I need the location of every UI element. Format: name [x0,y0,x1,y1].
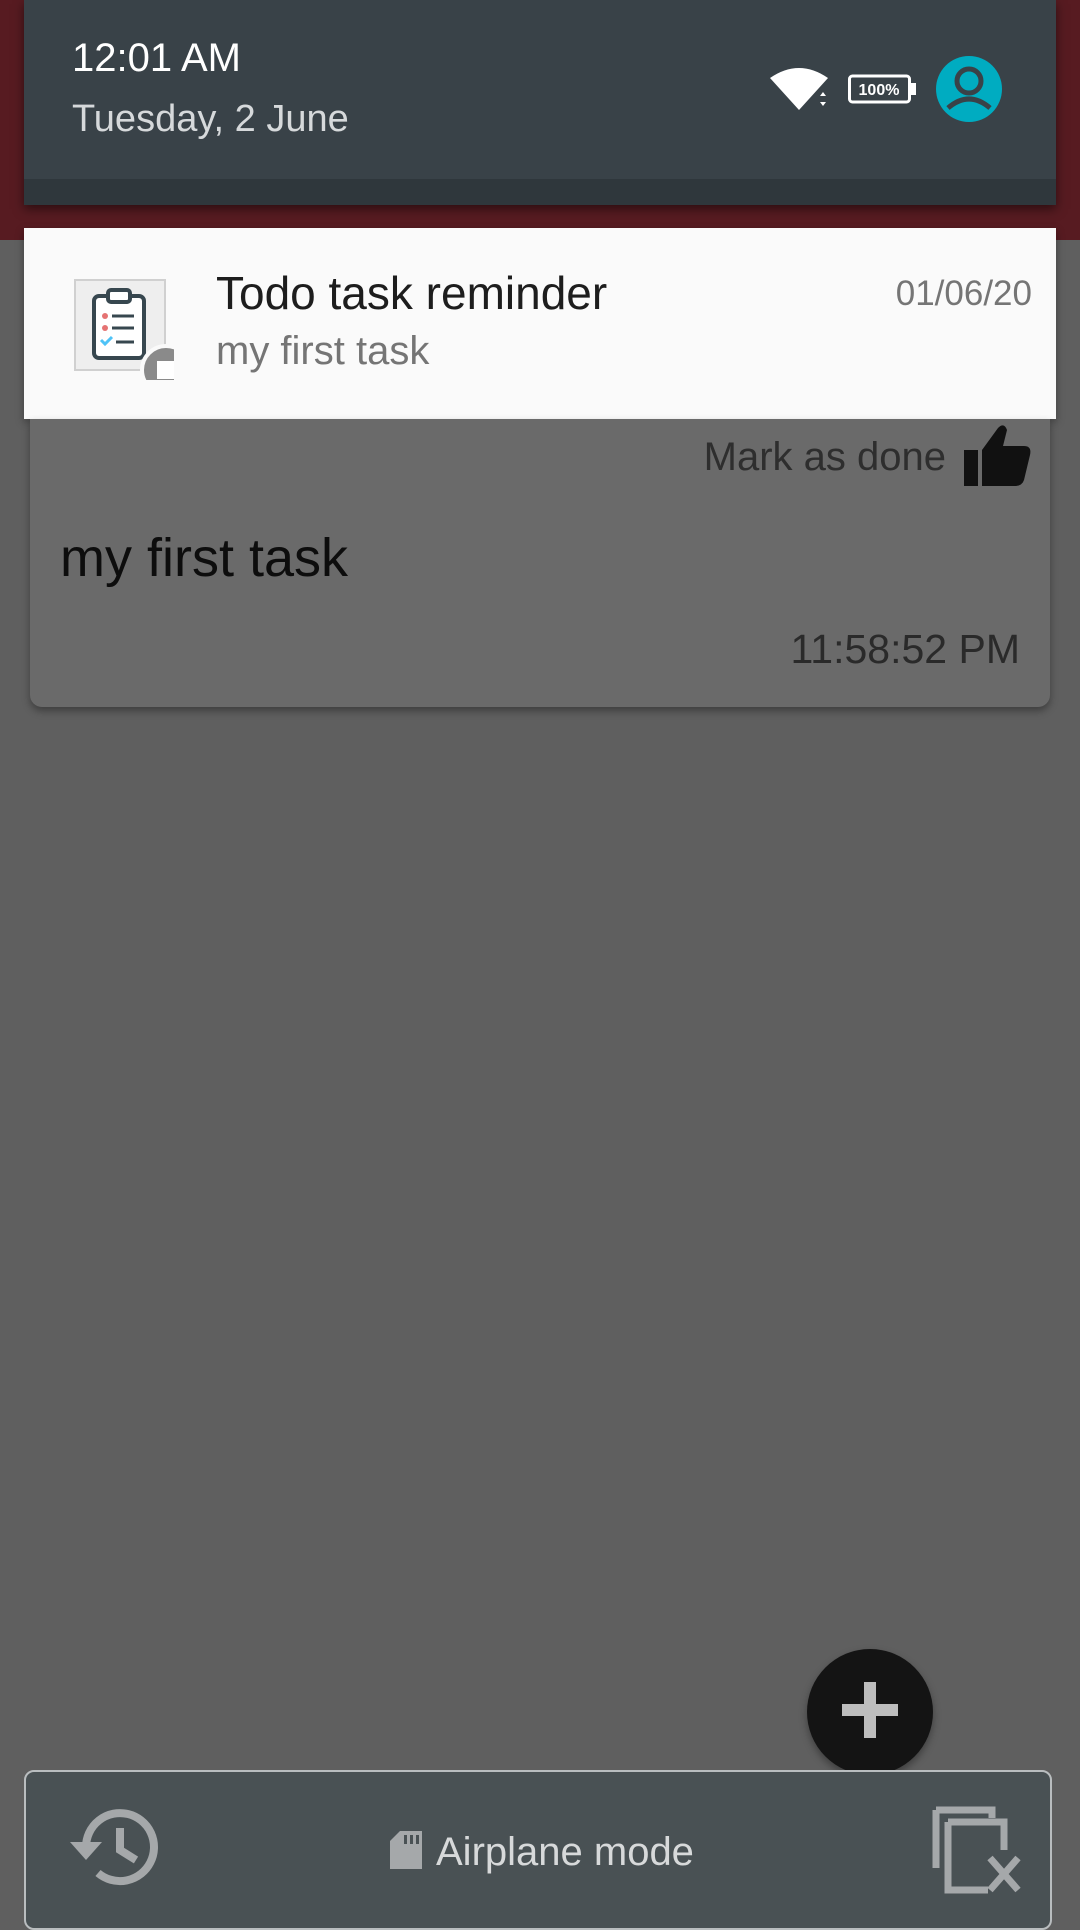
battery-level: 100% [859,82,900,99]
status-icons: 100% [768,56,1002,127]
sd-card-icon [390,1831,422,1874]
clipboard-icon [72,278,192,396]
mark-as-done-button[interactable]: Mark as done [704,422,1032,493]
add-task-button[interactable] [807,1649,933,1775]
quick-settings-bar: Airplane mode [24,1770,1052,1930]
wifi-icon[interactable] [768,66,830,117]
shade-header-divider [24,179,1056,205]
history-icon[interactable] [64,1802,164,1897]
shade-date[interactable]: Tuesday, 2 June [72,98,349,141]
user-avatar-icon[interactable] [936,56,1002,127]
notification-shade-header: 12:01 AM Tuesday, 2 June 100% [24,0,1056,205]
plus-icon [838,1678,902,1747]
airplane-mode-toggle[interactable]: Airplane mode [390,1830,694,1875]
notification-time: 01/06/20 [895,274,1032,313]
task-title: my first task [60,528,349,588]
mark-as-done-label: Mark as done [703,435,946,479]
task-card[interactable]: Mark as done my first task 11:58:52 PM [30,419,1050,707]
notification-card[interactable]: Todo task reminder my first task 01/06/2… [24,228,1056,419]
airplane-mode-label: Airplane mode [436,1830,694,1874]
battery-icon: 100% [848,73,918,110]
notification-text: my first task [216,329,430,373]
shade-clock: 12:01 AM [72,36,242,80]
task-time: 11:58:52 PM [790,626,1020,672]
notification-title: Todo task reminder [216,267,608,319]
clear-all-icon[interactable] [932,1806,1022,1901]
thumbs-up-icon[interactable] [962,422,1032,493]
